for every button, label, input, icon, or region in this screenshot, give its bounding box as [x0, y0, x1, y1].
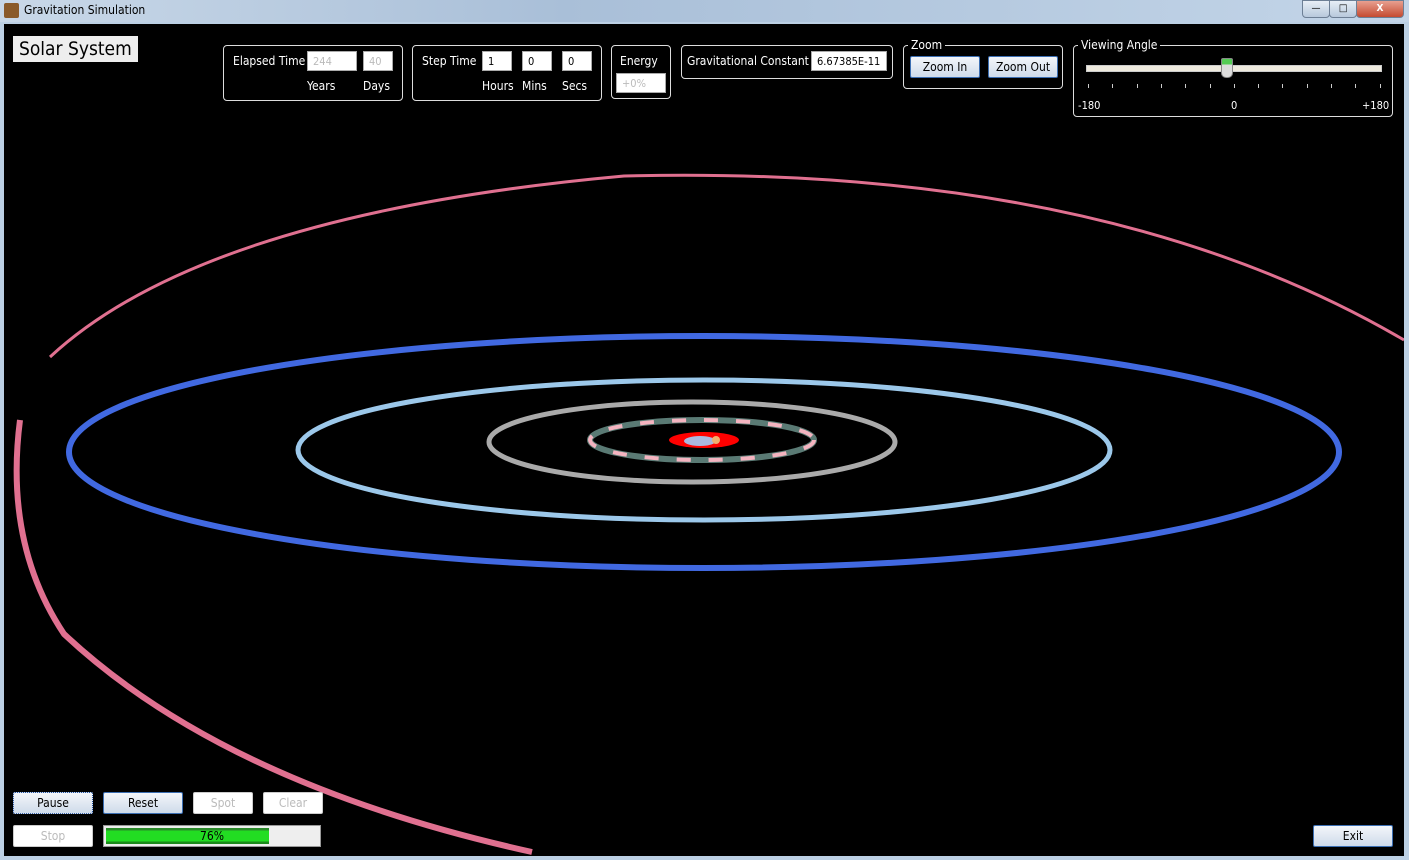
app-icon	[4, 3, 19, 18]
energy-field[interactable]: +0%	[616, 73, 666, 93]
zoom-in-button[interactable]: Zoom In	[910, 56, 980, 78]
inner-planets	[684, 436, 716, 446]
slider-tick	[1331, 84, 1332, 88]
secs-label: Secs	[562, 79, 588, 93]
slider-tick	[1258, 84, 1260, 88]
progress-text: 76%	[200, 829, 224, 843]
viewing-angle-group: Viewing Angle -180 0 +180	[1073, 38, 1393, 117]
zoom-group: Zoom Zoom In Zoom Out	[903, 38, 1063, 89]
step-time-label: Step Time	[422, 54, 477, 68]
angle-mid-label: 0	[1231, 99, 1238, 112]
secs-field[interactable]: 0	[562, 51, 592, 71]
zoom-out-button[interactable]: Zoom Out	[988, 56, 1058, 78]
spot-button[interactable]: Spot	[193, 792, 253, 814]
mins-field[interactable]: 0	[522, 51, 552, 71]
slider-tick	[1185, 84, 1187, 88]
angle-slider-thumb[interactable]	[1221, 58, 1234, 78]
slider-tick	[1355, 84, 1357, 88]
maximize-button[interactable]: □	[1329, 0, 1357, 18]
angle-slider-track[interactable]	[1086, 65, 1382, 72]
viewing-angle-label: Viewing Angle	[1078, 38, 1161, 52]
minimize-button[interactable]: —	[1302, 0, 1330, 18]
slider-tick	[1282, 84, 1284, 88]
stop-button[interactable]: Stop	[13, 825, 93, 847]
years-label: Years	[307, 79, 336, 93]
slider-tick	[1160, 84, 1162, 88]
sun	[712, 436, 720, 444]
window-title: Gravitation Simulation	[24, 3, 146, 17]
hours-label: Hours	[482, 79, 514, 93]
slider-tick	[1379, 84, 1381, 88]
simulation-canvas[interactable]: Solar System Elapsed Time 244 40 Years D…	[4, 24, 1404, 856]
days-field[interactable]: 40	[363, 51, 393, 71]
title-bar: Gravitation Simulation — □ X	[0, 0, 1409, 22]
mins-label: Mins	[522, 79, 547, 93]
slider-tick	[1306, 84, 1308, 88]
exit-button[interactable]: Exit	[1313, 825, 1393, 847]
slider-tick	[1233, 84, 1235, 88]
angle-max-label: +180	[1362, 99, 1390, 112]
gravity-constant-field[interactable]: 6.67385E-11	[811, 51, 887, 71]
hours-field[interactable]: 1	[482, 51, 512, 71]
zoom-label: Zoom	[908, 38, 946, 52]
slider-tick	[1088, 84, 1089, 88]
progress-bar: 76%	[103, 825, 321, 847]
years-field[interactable]: 244	[307, 51, 357, 71]
pause-button[interactable]: Pause	[13, 792, 93, 814]
outer-orbit-top	[48, 173, 1404, 359]
clear-button[interactable]: Clear	[263, 792, 323, 814]
elapsed-time-group: Elapsed Time 244 40 Years Days	[223, 45, 403, 101]
system-name: Solar System	[13, 36, 138, 62]
orbit-view	[13, 173, 1404, 855]
days-label: Days	[363, 79, 390, 93]
gravity-label: Gravitational Constant	[687, 54, 809, 68]
slider-tick	[1209, 84, 1211, 88]
energy-group: Energy +0%	[611, 45, 671, 99]
reset-button[interactable]: Reset	[103, 792, 183, 814]
close-button[interactable]: X	[1356, 0, 1404, 18]
energy-label: Energy	[620, 54, 658, 68]
angle-min-label: -180	[1078, 99, 1101, 112]
slider-tick	[1136, 84, 1138, 88]
slider-tick	[1112, 84, 1114, 88]
gravity-group: Gravitational Constant 6.67385E-11	[681, 45, 893, 79]
elapsed-time-label: Elapsed Time	[233, 54, 306, 68]
blue-orbit	[66, 333, 1342, 571]
step-time-group: Step Time 1 0 0 Hours Mins Secs	[412, 45, 602, 101]
